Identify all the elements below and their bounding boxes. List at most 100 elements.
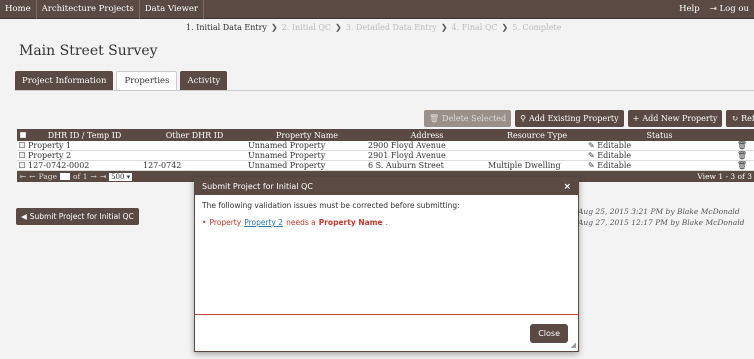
property-link[interactable]: Property 2 xyxy=(244,218,283,227)
table-row[interactable]: Property 1 Unnamed Property 2900 Floyd A… xyxy=(17,141,754,151)
status-text: Editable xyxy=(597,161,632,170)
status-text: Editable xyxy=(597,141,632,150)
cell-address: 6 S. Auburn Street xyxy=(368,161,444,170)
submit-qc-dialog: Submit Project for Initial QC × The foll… xyxy=(194,177,579,352)
delete-row-icon[interactable]: 🗑 xyxy=(731,141,751,150)
cell-status: ✎ Editable xyxy=(586,151,731,160)
wizard-step-1: 1. Initial Data Entry xyxy=(186,22,267,32)
column-header-status[interactable]: Status xyxy=(586,131,731,140)
properties-grid: DHR ID / Temp ID Other DHR ID Property N… xyxy=(17,129,754,182)
issue-prefix: Property xyxy=(209,218,242,227)
wizard-step-5: 5. Complete xyxy=(512,22,562,32)
first-page-icon[interactable]: ⇤ xyxy=(20,172,26,181)
add-new-property-button[interactable]: + Add New Property xyxy=(627,110,723,127)
nav-divider xyxy=(202,0,204,19)
delete-selected-button[interactable]: 🗑 Delete Selected xyxy=(424,110,512,127)
page-of-label: of 1 xyxy=(73,172,88,181)
select-all-checkbox[interactable] xyxy=(17,131,26,140)
column-header-dhr-id[interactable]: DHR ID / Temp ID xyxy=(26,131,141,140)
nav-architecture-projects[interactable]: Architecture Projects xyxy=(37,0,139,19)
dialog-footer: Close xyxy=(195,314,578,351)
dialog-body: The following validation issues must be … xyxy=(195,195,578,233)
prev-page-icon[interactable]: ← xyxy=(29,172,35,181)
page-title: Main Street Survey xyxy=(19,43,158,59)
cell-other-dhr-id: 127-0742 xyxy=(143,161,182,170)
chevron-right-icon: ❯ xyxy=(440,22,448,32)
tab-properties[interactable]: Properties xyxy=(116,71,178,90)
cell-resource-type: Multiple Dwelling xyxy=(488,161,561,170)
issue-period: . xyxy=(385,218,388,227)
view-count: View 1 - 3 of 3 xyxy=(697,172,752,181)
submit-icon: ◀ xyxy=(21,212,27,221)
row-checkbox[interactable] xyxy=(17,141,26,150)
pencil-icon: ✎ xyxy=(588,151,595,160)
nav-home[interactable]: Home xyxy=(0,0,36,19)
tab-project-information[interactable]: Project Information xyxy=(15,71,114,90)
next-page-icon[interactable]: → xyxy=(90,172,96,181)
cell-property-name: Unnamed Property xyxy=(248,141,326,150)
cell-dhr-id: Property 2 xyxy=(28,151,72,160)
refresh-button[interactable]: ↻ Refresh xyxy=(726,110,754,127)
issue-field: Property Name xyxy=(318,218,383,227)
cell-address: 2900 Floyd Avenue xyxy=(368,141,446,150)
validation-message: The following validation issues must be … xyxy=(202,201,460,210)
refresh-icon: ↻ xyxy=(731,114,739,123)
last-page-icon[interactable]: ⇥ xyxy=(100,172,106,181)
grid-toolbar: 🗑 Delete Selected ⚲ Add Existing Propert… xyxy=(424,110,754,127)
wizard-steps: 1. Initial Data Entry ❯ 2. Initial QC ❯ … xyxy=(186,21,561,33)
cell-status: ✎ Editable xyxy=(586,141,731,150)
status-text: Editable xyxy=(597,151,632,160)
table-row[interactable]: Property 2 Unnamed Property 2901 Floyd A… xyxy=(17,151,754,161)
activity-entry: Aug 25, 2015 3:21 PM by Blake McDonald xyxy=(578,207,740,216)
nav-data-viewer[interactable]: Data Viewer xyxy=(140,0,203,19)
nav-logout[interactable]: ⇥ Log ou xyxy=(705,0,754,19)
column-header-property-name[interactable]: Property Name xyxy=(246,131,366,140)
submit-initial-qc-button[interactable]: ◀ Submit Project for Initial QC xyxy=(16,208,139,225)
close-button[interactable]: Close xyxy=(530,323,568,343)
chevron-right-icon: ❯ xyxy=(335,22,342,32)
cell-property-name: Unnamed Property xyxy=(248,151,326,160)
pencil-icon: ✎ xyxy=(588,161,595,170)
column-header-resource-type[interactable]: Resource Type xyxy=(486,131,586,140)
pencil-icon: ✎ xyxy=(588,141,595,150)
nav-help[interactable]: Help xyxy=(674,0,705,19)
rows-per-page-value: 500 xyxy=(111,172,125,181)
add-new-label: Add New Property xyxy=(642,114,718,123)
chevron-right-icon: ❯ xyxy=(501,22,509,32)
tab-bar: Project Information Properties Activity xyxy=(15,71,228,90)
search-icon: ⚲ xyxy=(520,114,527,123)
page-number-input[interactable] xyxy=(60,173,71,180)
wizard-step-4: 4. Final QC xyxy=(451,22,498,32)
cell-address: 2901 Floyd Avenue xyxy=(368,151,446,160)
column-header-other-dhr-id[interactable]: Other DHR ID xyxy=(141,131,246,140)
top-navbar: Home Architecture Projects Data Viewer H… xyxy=(0,0,754,19)
issue-middle: needs a xyxy=(286,218,316,227)
table-row[interactable]: 127-0742-0002 127-0742 Unnamed Property … xyxy=(17,161,754,171)
delete-row-icon[interactable]: 🗑 xyxy=(731,151,751,160)
add-existing-label: Add Existing Property xyxy=(529,114,619,123)
logout-icon: ⇥ xyxy=(709,4,720,14)
add-existing-property-button[interactable]: ⚲ Add Existing Property xyxy=(515,110,624,127)
column-header-address[interactable]: Address xyxy=(366,131,486,140)
refresh-label: Refresh xyxy=(741,114,754,123)
cell-status: ✎ Editable xyxy=(586,161,731,170)
plus-icon: + xyxy=(632,114,640,123)
validation-issue: • Property Property 2 needs a Property N… xyxy=(202,218,571,227)
row-checkbox[interactable] xyxy=(17,151,26,160)
nav-right: Help ⇥ Log ou xyxy=(674,0,754,19)
row-checkbox[interactable] xyxy=(17,161,26,170)
resize-handle-icon[interactable]: ◢ xyxy=(571,341,576,349)
trash-icon: 🗑 xyxy=(429,114,440,123)
delete-row-icon[interactable]: 🗑 xyxy=(731,161,751,170)
wizard-step-2: 2. Initial QC xyxy=(281,22,332,32)
page-label: Page xyxy=(38,172,58,181)
dialog-title: Submit Project for Initial QC xyxy=(202,182,313,191)
delete-selected-label: Delete Selected xyxy=(442,114,507,123)
tab-activity[interactable]: Activity xyxy=(180,71,228,90)
close-icon[interactable]: × xyxy=(563,182,571,192)
rows-per-page-select[interactable]: 500 ▾ xyxy=(109,172,133,181)
grid-header: DHR ID / Temp ID Other DHR ID Property N… xyxy=(17,129,754,141)
nav-logout-label: Log ou xyxy=(719,4,750,14)
wizard-step-3: 3. Detailed Data Entry xyxy=(345,22,437,32)
bullet-icon: • xyxy=(202,218,207,227)
